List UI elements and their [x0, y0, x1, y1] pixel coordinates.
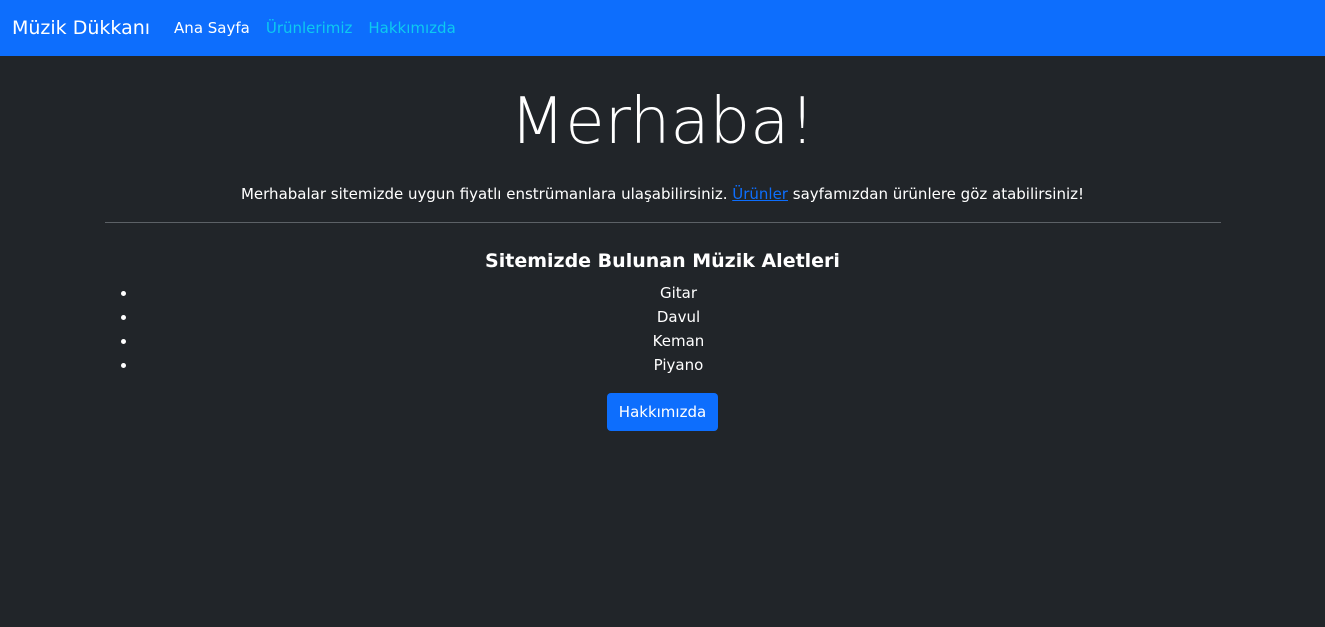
list-item-keman: Keman — [137, 329, 1221, 353]
instruments-title: Sitemizde Bulunan Müzik Aletleri — [485, 250, 840, 272]
hero-text-after: sayfamızdan ürünlere göz atabilirsiniz! — [787, 185, 1085, 203]
brand-link[interactable]: Müzik Dükkanı — [12, 17, 150, 39]
products-link[interactable]: Ürünler — [732, 185, 788, 203]
about-button[interactable]: Hakkımızda — [606, 393, 719, 431]
nav-link-hakkimizda[interactable]: Hakkımızda — [368, 19, 455, 37]
list-item-davul: Davul — [137, 305, 1221, 329]
list-item-piyano: Piyano — [137, 353, 1221, 377]
list-item-gitar: Gitar — [137, 281, 1221, 305]
top-navbar: Müzik Dükkanı Ana Sayfa Ürünlerimiz Hakk… — [0, 0, 1325, 56]
page-title: Merhaba! — [509, 85, 816, 159]
instruments-list: Gitar Davul Keman Piyano — [105, 281, 1221, 377]
hero-text-before: Merhabalar sitemizde uygun fiyatlı enstr… — [240, 185, 733, 203]
nav-link-urunlerimiz[interactable]: Ürünlerimiz — [266, 19, 353, 37]
divider — [104, 222, 1221, 223]
hero-text: Merhabalar sitemizde uygun fiyatlı enstr… — [105, 184, 1221, 204]
nav-link-ana-sayfa[interactable]: Ana Sayfa — [174, 19, 250, 37]
main-content: Merhaba! Merhabalar sitemizde uygun fiya… — [104, 85, 1221, 431]
